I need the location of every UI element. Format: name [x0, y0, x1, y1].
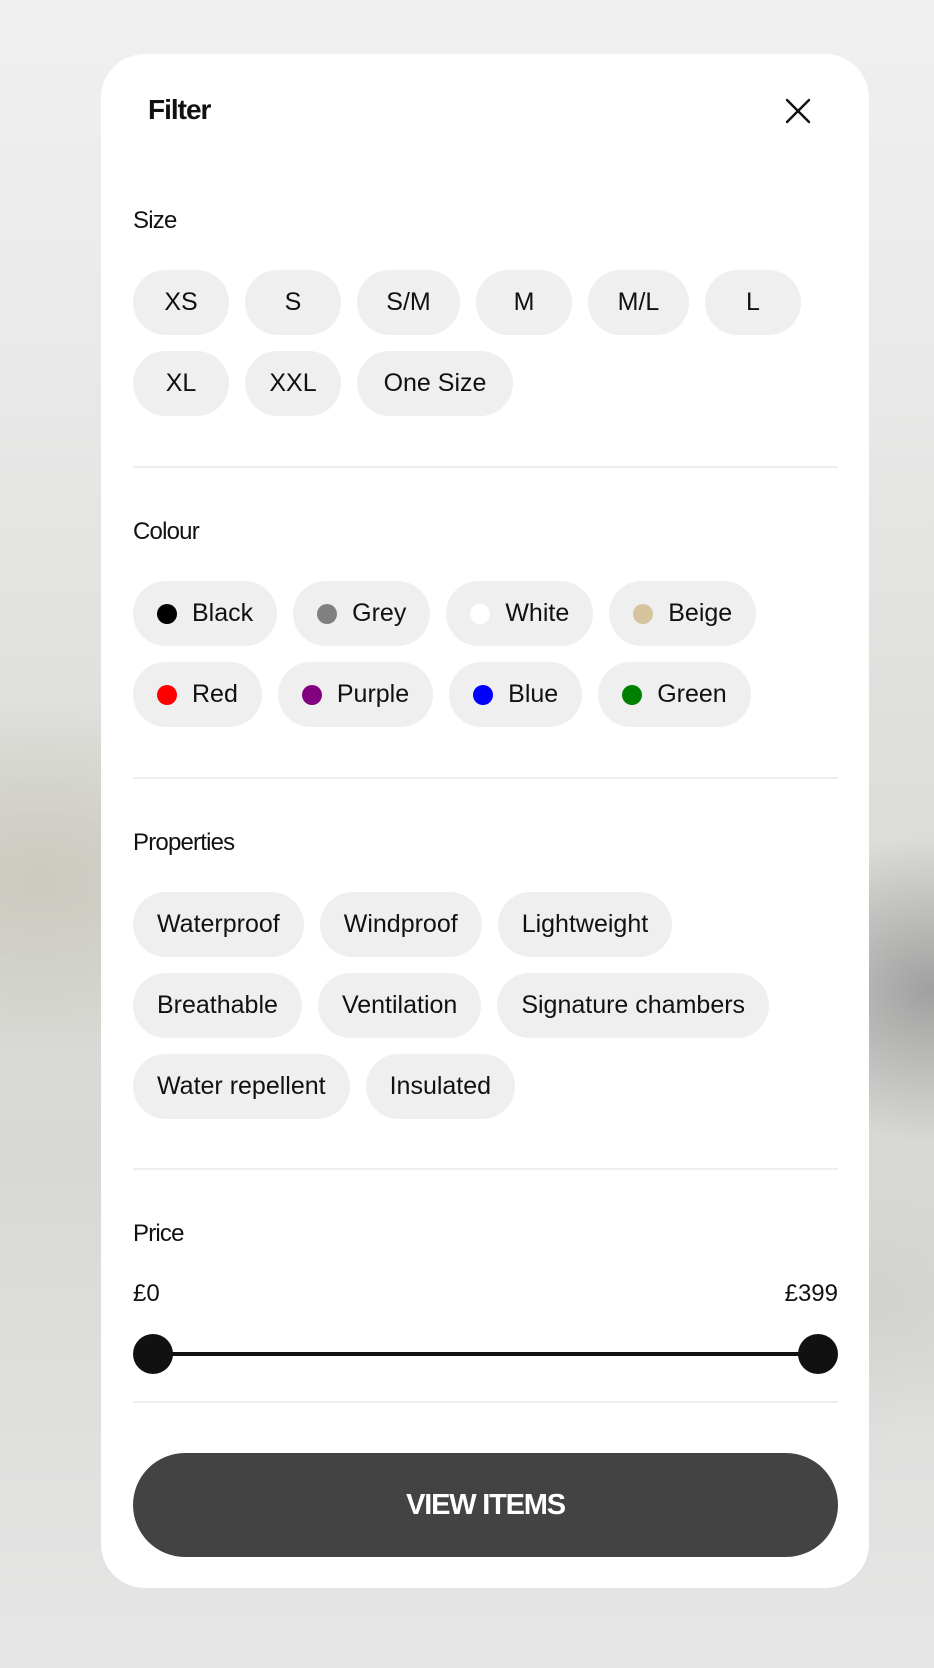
- colour-option-label: Red: [192, 680, 238, 708]
- divider: [133, 1401, 838, 1403]
- filter-title: Filter: [148, 94, 211, 125]
- size-option-chip[interactable]: XL: [133, 351, 229, 416]
- colour-option-label: Black: [192, 599, 254, 627]
- property-option-chip[interactable]: Breathable: [133, 973, 302, 1038]
- colour-option-chip[interactable]: Purple: [277, 662, 434, 727]
- property-option-chip[interactable]: Signature chambers: [497, 973, 770, 1038]
- price-range-labels: £0 £399: [133, 1280, 838, 1310]
- colour-option-label: Purple: [336, 680, 410, 708]
- colour-option-label: Blue: [508, 680, 559, 708]
- price-min-handle[interactable]: [133, 1334, 173, 1374]
- colour-option-label: Grey: [352, 599, 407, 627]
- properties-section: Properties Waterproof Windproof Lightweigh…: [133, 829, 838, 1119]
- size-option-chip[interactable]: S: [245, 270, 341, 335]
- property-option-chip[interactable]: Water repellent: [133, 1054, 350, 1119]
- price-slider-track: [149, 1352, 822, 1356]
- property-options: Waterproof Windproof Lightweight Breathable…: [133, 892, 838, 1119]
- filter-panel: Filter Size XS S S/M M M/L L XL XXL One Size Col…: [101, 54, 869, 1588]
- filter-header: Filter: [101, 54, 869, 174]
- view-items-button[interactable]: VIEW ITEMS: [133, 1453, 838, 1557]
- property-option-chip[interactable]: Lightweight: [497, 892, 673, 957]
- colour-swatch-icon: [157, 684, 177, 705]
- colour-swatch-icon: [473, 684, 494, 705]
- property-option-chip[interactable]: Ventilation: [317, 973, 482, 1038]
- property-option-chip[interactable]: Waterproof: [133, 892, 304, 957]
- price-range-slider[interactable]: [133, 1332, 838, 1374]
- price-section-title: Price: [133, 1220, 184, 1247]
- colour-swatch-icon: [633, 603, 654, 624]
- size-option-chip[interactable]: XXL: [245, 351, 341, 416]
- colour-option-label: White: [505, 599, 570, 627]
- colour-swatch-icon: [622, 684, 643, 705]
- colour-option-chip[interactable]: Blue: [449, 662, 583, 727]
- size-section-title: Size: [133, 207, 177, 234]
- colour-swatch-icon: [317, 603, 338, 624]
- property-option-chip[interactable]: Windproof: [319, 892, 482, 957]
- divider: [133, 777, 838, 779]
- divider: [133, 1168, 838, 1170]
- colour-option-chip[interactable]: Beige: [609, 581, 757, 646]
- size-options: XS S S/M M M/L L XL XXL One Size: [133, 270, 838, 416]
- colour-section-title: Colour: [133, 518, 200, 545]
- close-icon[interactable]: [783, 96, 813, 126]
- size-option-chip[interactable]: XS: [133, 270, 229, 335]
- size-option-chip[interactable]: L: [705, 270, 801, 335]
- colour-swatch-icon: [301, 684, 322, 705]
- colour-section: Colour Black Grey White Beige Red Purple Blue G…: [133, 518, 838, 727]
- colour-swatch-icon: [470, 603, 491, 624]
- property-option-chip[interactable]: Insulated: [365, 1054, 516, 1119]
- size-option-chip[interactable]: S/M: [357, 270, 460, 335]
- size-section: Size XS S S/M M M/L L XL XXL One Size: [133, 207, 838, 416]
- price-section: Price £0 £399: [133, 1220, 838, 1374]
- colour-option-chip[interactable]: Grey: [293, 581, 431, 646]
- colour-option-chip[interactable]: Black: [133, 581, 278, 646]
- colour-option-label: Green: [657, 680, 727, 708]
- size-option-chip[interactable]: M: [476, 270, 572, 335]
- price-min-label: £0: [133, 1280, 160, 1307]
- size-option-chip[interactable]: One Size: [357, 351, 513, 416]
- colour-option-chip[interactable]: White: [446, 581, 594, 646]
- colour-option-chip[interactable]: Red: [133, 662, 262, 727]
- size-option-chip[interactable]: M/L: [588, 270, 689, 335]
- colour-option-label: Beige: [668, 599, 733, 627]
- price-max-handle[interactable]: [798, 1334, 838, 1374]
- price-max-label: £399: [784, 1280, 838, 1307]
- colour-options: Black Grey White Beige Red Purple Blue Green: [133, 581, 838, 727]
- properties-section-title: Properties: [133, 829, 235, 856]
- divider: [133, 466, 838, 468]
- colour-swatch-icon: [157, 603, 177, 624]
- colour-option-chip[interactable]: Green: [598, 662, 751, 727]
